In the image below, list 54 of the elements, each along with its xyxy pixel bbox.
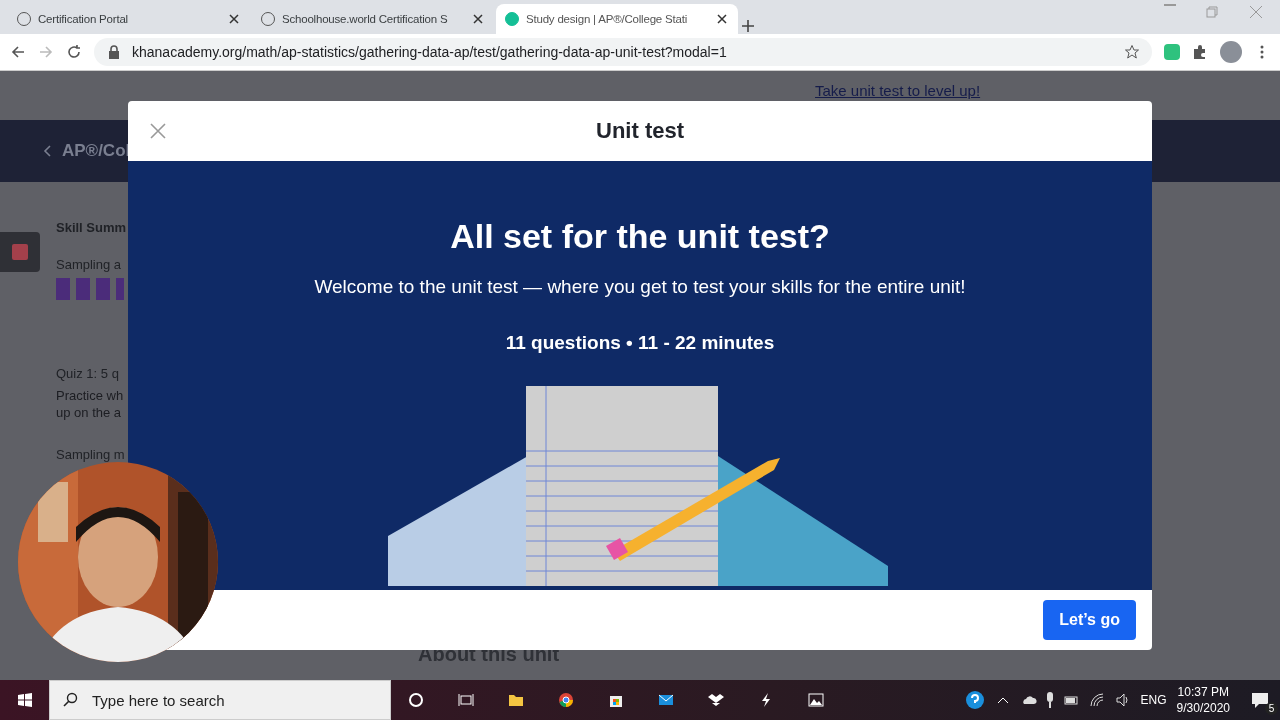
back-icon — [10, 44, 26, 60]
microphone-icon — [1046, 692, 1053, 708]
close-button[interactable] — [148, 121, 168, 141]
tab-favicon-icon — [260, 11, 276, 27]
language-indicator[interactable]: ENG — [1140, 693, 1167, 707]
intro-text: Welcome to the unit test — where you get to test your skills for the entire unit! — [314, 276, 966, 298]
course-title[interactable]: AP®/Col — [62, 141, 131, 161]
search-field[interactable]: Type here to search — [90, 690, 354, 710]
tab-favicon-icon — [504, 11, 520, 27]
dialog-heading: All set for the unit test? — [450, 217, 830, 256]
avatar-icon[interactable] — [1220, 41, 1242, 63]
extension-icon[interactable] — [1164, 44, 1180, 60]
dialog-title: Unit test — [596, 118, 684, 144]
notification-count: 5 — [1265, 702, 1278, 715]
clock-time[interactable]: 10:37 PM — [1177, 684, 1229, 700]
search-bar[interactable]: Type here to search — [49, 680, 391, 720]
speaker-icon — [1114, 692, 1131, 708]
lock-icon — [106, 44, 122, 60]
browser-tab[interactable]: Certification Portal — [8, 4, 250, 34]
notification-icon — [1251, 691, 1269, 709]
skill-description: up on the a — [56, 404, 123, 421]
browser-icon — [558, 692, 574, 708]
task-view-icon — [458, 692, 474, 708]
skill-title: Sampling m — [56, 447, 126, 462]
forward-icon — [38, 44, 54, 60]
restore-icon — [1204, 4, 1220, 20]
browser-tab[interactable]: Study design | AP®/College Stati — [496, 4, 738, 34]
photos-icon — [808, 692, 824, 708]
help-icon — [964, 690, 985, 710]
minimize-icon — [1164, 4, 1176, 6]
tab-favicon-icon — [16, 11, 32, 27]
clock-date[interactable]: 9/30/2020 — [1176, 700, 1230, 716]
mastery-squares-drawing — [56, 278, 124, 300]
skill-description: Practice wh — [56, 387, 125, 404]
close-icon — [1248, 4, 1264, 20]
skill-title: Quiz 1: 5 q — [56, 366, 120, 381]
windows-icon — [16, 692, 33, 708]
address-bar[interactable]: khanacademy.org/math/ap-statistics/gathering-data-ap/test/gathering-data-ap-unit-test?modal=1 — [94, 38, 1152, 66]
star-icon — [1124, 44, 1140, 60]
url-text: khanacademy.org/math/ap-statistics/gathering-data-ap/test/gathering-data-ap-unit-test?modal=1 — [132, 44, 727, 60]
section-heading: Skill Summ — [56, 220, 128, 235]
mail-icon — [658, 692, 674, 708]
puzzle-icon — [1192, 44, 1208, 60]
search-icon — [62, 692, 78, 708]
wifi-icon — [1088, 692, 1105, 708]
skill-title: Sampling a — [56, 257, 123, 272]
folder-icon — [508, 692, 524, 708]
reload-icon — [66, 44, 82, 60]
test-details: 11 questions • 11 - 22 minutes — [505, 332, 775, 354]
lets-go-button[interactable]: Let’s go — [1043, 600, 1136, 640]
record-button[interactable] — [0, 232, 40, 272]
new-tab-icon — [740, 18, 756, 34]
browser-tab[interactable]: Schoolhouse.world Certification S — [252, 4, 494, 34]
cortana-icon — [408, 692, 424, 708]
